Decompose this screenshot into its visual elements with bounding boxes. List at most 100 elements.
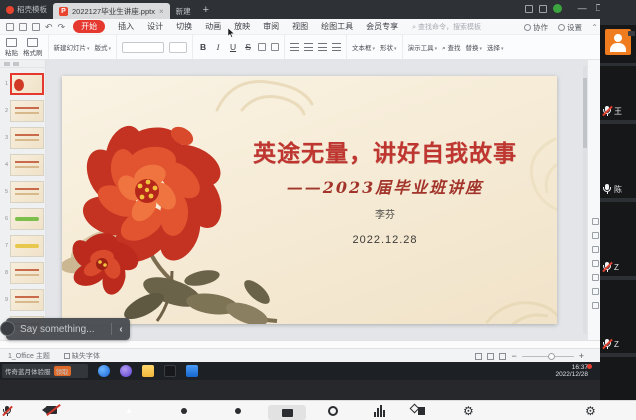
replace-button[interactable]: 替换 bbox=[466, 42, 483, 52]
slide-thumbnail-2[interactable] bbox=[10, 100, 44, 122]
wps-home-button[interactable]: 稻壳模板 bbox=[0, 0, 53, 19]
audio-levels-icon[interactable] bbox=[374, 405, 385, 417]
chat-input[interactable]: Say something... bbox=[20, 324, 111, 335]
more-settings-gear-icon[interactable]: ⚙ bbox=[585, 405, 596, 417]
new-document-tab[interactable]: 新建 bbox=[170, 3, 197, 19]
add-tab-button[interactable]: + bbox=[203, 4, 209, 16]
find-button[interactable]: ⌕ 查找 bbox=[442, 42, 460, 53]
ribbon-tab-动画[interactable]: 动画 bbox=[205, 21, 221, 32]
zoom-slider[interactable] bbox=[522, 356, 574, 357]
undo-icon[interactable]: ↶ bbox=[45, 23, 53, 31]
save-icon[interactable] bbox=[19, 23, 27, 31]
notes-strip[interactable]: 单击此处添加备注 bbox=[0, 340, 622, 348]
active-tool-button[interactable] bbox=[268, 405, 306, 420]
ribbon-tab-放映[interactable]: 放映 bbox=[234, 21, 250, 32]
collaborate-button[interactable]: 协作 bbox=[524, 22, 548, 33]
highlight-color-icon[interactable] bbox=[271, 43, 279, 51]
settings-button[interactable]: 设置 bbox=[558, 22, 582, 33]
ribbon-tab-start[interactable]: 开始 bbox=[73, 20, 105, 33]
slide-thumbnail-8[interactable] bbox=[10, 262, 44, 284]
meeting-chat-pill[interactable]: Say something... ‹ bbox=[6, 318, 130, 340]
bullet-list-icon[interactable] bbox=[318, 43, 327, 51]
shapes-button[interactable]: 形状 bbox=[380, 42, 397, 52]
participant-tile-3[interactable]: 陈 bbox=[600, 124, 636, 198]
favorites-icon[interactable] bbox=[592, 246, 599, 253]
wps-taskbar-icon[interactable] bbox=[186, 365, 198, 377]
command-search[interactable]: ⌕ 查找命令，搜索模板 bbox=[412, 22, 481, 32]
panel-view-tabs[interactable] bbox=[0, 60, 45, 68]
chat-collapse-icon[interactable]: ‹ bbox=[112, 324, 130, 335]
font-color-icon[interactable] bbox=[258, 43, 266, 51]
properties-icon[interactable] bbox=[592, 218, 599, 225]
slide-thumbnail-3[interactable] bbox=[10, 127, 44, 149]
italic-button[interactable]: I bbox=[213, 42, 223, 52]
clipboard-icon[interactable] bbox=[592, 260, 599, 267]
participant-tile-1[interactable] bbox=[600, 25, 636, 63]
select-button[interactable]: 选择 bbox=[487, 42, 504, 52]
settings-gear-icon[interactable]: ⚙ bbox=[463, 405, 474, 417]
zoom-slider-knob[interactable] bbox=[548, 353, 555, 360]
slide-thumbnail-7[interactable] bbox=[10, 235, 44, 257]
zoom-out-button[interactable]: − bbox=[511, 351, 516, 361]
line-spacing-icon[interactable] bbox=[332, 43, 341, 51]
bold-button[interactable]: B bbox=[198, 42, 208, 52]
paste-button[interactable]: 粘贴 bbox=[5, 38, 18, 57]
close-tab-icon[interactable]: × bbox=[159, 7, 164, 16]
wps-account-icon[interactable] bbox=[553, 4, 562, 13]
help-icon[interactable] bbox=[592, 274, 599, 281]
align-left-icon[interactable] bbox=[290, 43, 299, 51]
animation-pane-icon[interactable] bbox=[592, 232, 599, 239]
ribbon-tab-插入[interactable]: 插入 bbox=[118, 21, 134, 32]
minimize-button[interactable]: — bbox=[578, 3, 587, 14]
participant-tile-2[interactable]: 王 bbox=[600, 66, 636, 120]
resources-icon[interactable] bbox=[592, 288, 599, 295]
collapse-ribbon-icon[interactable]: ⌃ bbox=[591, 23, 598, 32]
slide-sorter-icon[interactable] bbox=[487, 353, 494, 360]
mute-microphone-icon[interactable] bbox=[2, 405, 12, 417]
missing-font-indicator[interactable]: 缺失字体 bbox=[64, 351, 100, 361]
new-slide-button[interactable]: 新建幻灯片 bbox=[54, 42, 90, 52]
ribbon-tab-视图[interactable]: 视图 bbox=[292, 21, 308, 32]
participant-tile-4[interactable]: Z bbox=[600, 202, 636, 276]
participant-tile-5[interactable]: Z bbox=[600, 280, 636, 353]
file-explorer-icon[interactable] bbox=[142, 365, 154, 377]
format-painter-button[interactable]: 格式刷 bbox=[23, 38, 43, 57]
ribbon-tab-设计[interactable]: 设计 bbox=[147, 21, 163, 32]
font-size-select[interactable] bbox=[169, 42, 187, 53]
ribbon-tab-审阅[interactable]: 审阅 bbox=[263, 21, 279, 32]
align-center-icon[interactable] bbox=[304, 43, 313, 51]
slideshow-view-icon[interactable] bbox=[499, 353, 506, 360]
font-name-select[interactable] bbox=[122, 42, 164, 53]
ribbon-tab-切换[interactable]: 切换 bbox=[176, 21, 192, 32]
presenter-tools-button[interactable]: 演示工具 bbox=[408, 42, 438, 52]
slide-subtitle[interactable]: ——2023届毕业班讲座 bbox=[220, 174, 550, 198]
layout-button[interactable]: 版式 bbox=[95, 42, 112, 52]
ribbon-tab-绘图工具[interactable]: 绘图工具 bbox=[321, 21, 353, 32]
slide-thumbnail-1[interactable] bbox=[10, 73, 44, 95]
vertical-scrollbar-thumb[interactable] bbox=[583, 78, 587, 148]
meeting-app-icon[interactable] bbox=[120, 365, 132, 377]
slide-thumbnail-6[interactable] bbox=[10, 208, 44, 230]
slide-date[interactable]: 2022.12.28 bbox=[220, 234, 550, 246]
zoom-in-button[interactable]: + bbox=[579, 351, 584, 361]
layout-switch-icon[interactable] bbox=[525, 5, 533, 13]
browser-icon[interactable] bbox=[98, 365, 110, 377]
participants-icon[interactable] bbox=[181, 408, 187, 414]
slide-title[interactable]: 英途无量，讲好自我故事 bbox=[220, 134, 550, 168]
ribbon-tab-会员专享[interactable]: 会员专享 bbox=[366, 21, 398, 32]
textbox-button[interactable]: 文本框 bbox=[352, 42, 375, 52]
slide-thumbnail-4[interactable] bbox=[10, 154, 44, 176]
document-tab[interactable]: P 2022127毕业生讲座.pptx × bbox=[53, 3, 170, 19]
record-icon[interactable] bbox=[328, 406, 338, 416]
taskbar-news-widget[interactable]: 传奇蓝月体验服 领取 bbox=[2, 364, 88, 378]
underline-button[interactable]: U bbox=[228, 42, 238, 52]
slide-thumbnail-5[interactable] bbox=[10, 181, 44, 203]
redo-icon[interactable]: ↷ bbox=[58, 23, 66, 31]
slide-speaker-name[interactable]: 李芬 bbox=[220, 206, 550, 221]
panel-toggle-icon[interactable] bbox=[592, 302, 599, 309]
menu-icon[interactable] bbox=[6, 23, 14, 31]
interface-icon[interactable] bbox=[539, 5, 547, 13]
slide-1[interactable]: 英途无量，讲好自我故事 ——2023届毕业班讲座 李芬 2022.12.28 bbox=[62, 76, 557, 324]
slide-thumbnail-9[interactable] bbox=[10, 289, 44, 311]
learning-app-icon[interactable] bbox=[164, 365, 176, 377]
